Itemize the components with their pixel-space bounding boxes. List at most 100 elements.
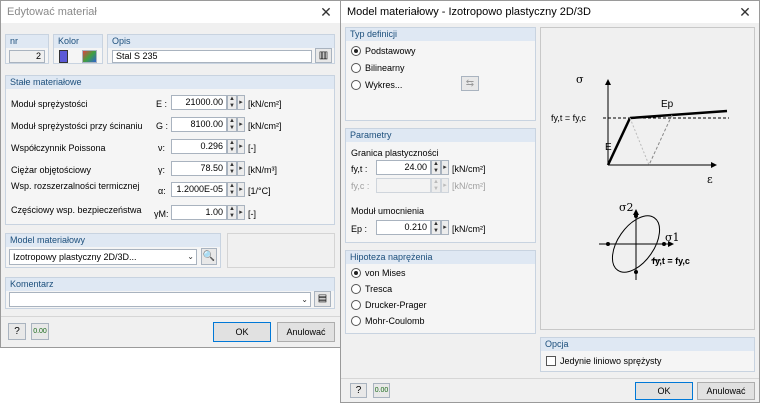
safety-factor-arrow[interactable]: ▸: [237, 205, 245, 220]
row-unit: [kN/cm²]: [248, 99, 282, 109]
radio-mohr-coulomb[interactable]: Mohr-Coulomb: [351, 316, 425, 326]
safety-factor-spinner[interactable]: ▲ ▼: [227, 205, 237, 220]
ep-arrow[interactable]: ▸: [441, 220, 449, 235]
fyt-arrow[interactable]: ▸: [441, 160, 449, 175]
thermal-arrow[interactable]: ▸: [237, 182, 245, 197]
definition-type-header: Typ definicji: [346, 28, 535, 41]
cancel-button[interactable]: Anulować: [697, 382, 755, 400]
help-icon[interactable]: ?: [8, 323, 26, 340]
radio-von-mises[interactable]: von Mises: [351, 268, 406, 278]
weight-input[interactable]: 78.50: [171, 161, 227, 176]
yield-point: [606, 242, 610, 246]
radio-basic[interactable]: Podstawowy: [351, 46, 416, 56]
unloading-line: [648, 114, 673, 166]
thermal-input[interactable]: 1.2000E-05: [171, 182, 227, 197]
epsilon-label: ε: [707, 173, 713, 186]
weight-arrow[interactable]: ▸: [237, 161, 245, 176]
e-modulus-arrow[interactable]: ▸: [237, 95, 245, 110]
row-label: Moduł sprężystości przy ścinaniu: [11, 121, 143, 131]
fyt-spinner[interactable]: ▲ ▼: [431, 160, 441, 175]
description-header: Opis: [108, 35, 334, 48]
fy-stress-space-label: fy,t = fy,c: [652, 256, 690, 266]
poisson-arrow[interactable]: ▸: [237, 139, 245, 154]
palette-icon[interactable]: [82, 50, 97, 63]
units-icon[interactable]: 0.00: [373, 383, 390, 398]
checkbox-box: [546, 356, 556, 366]
radio-drucker-prager[interactable]: Drucker-Prager: [351, 300, 427, 310]
poisson-input[interactable]: 0.296: [171, 139, 227, 154]
description-input[interactable]: Stal S 235: [112, 50, 312, 63]
material-constants-group: Stałe materiałowe Moduł sprężystości E :…: [5, 75, 335, 225]
reload-line: [629, 117, 650, 166]
radio-bilinear[interactable]: Bilinearny: [351, 63, 405, 73]
ok-button[interactable]: OK: [213, 322, 271, 342]
row-symbol: γM:: [154, 209, 169, 219]
radio-label: Wykres...: [365, 80, 403, 90]
radio-label: Podstawowy: [365, 46, 416, 56]
comment-group: Komentarz ⌄ ▤: [5, 277, 335, 309]
fyc-unit: [kN/cm²]: [452, 181, 486, 191]
material-model-value: Izotropowy plastyczny 2D/3D...: [13, 252, 137, 262]
g-modulus-arrow[interactable]: ▸: [237, 117, 245, 132]
units-icon[interactable]: 0.00: [31, 323, 49, 340]
edit-model-icon[interactable]: 🔍: [201, 248, 217, 265]
ep-input[interactable]: 0.210: [376, 220, 431, 235]
linear-elastic-checkbox[interactable]: Jedynie liniowo sprężysty: [546, 356, 662, 366]
radio-diagram[interactable]: Wykres...: [351, 80, 402, 90]
fyc-arrow: ▸: [441, 178, 449, 193]
ep-spinner[interactable]: ▲ ▼: [431, 220, 441, 235]
material-model-dialog: Model materiałowy - Izotropowo plastyczn…: [340, 0, 760, 403]
close-icon[interactable]: ✕: [318, 4, 334, 21]
stress-hypothesis-header: Hipoteza naprężenia: [346, 251, 535, 264]
safety-factor-input[interactable]: 1.00: [171, 205, 227, 220]
material-constants-header: Stałe materiałowe: [6, 76, 334, 89]
yield-point: [634, 214, 638, 218]
ep-diagram-label: Ep: [661, 99, 674, 110]
radio-dot: [351, 63, 361, 73]
sigma-label: σ: [576, 73, 584, 86]
ok-button[interactable]: OK: [635, 382, 693, 400]
color-swatch[interactable]: [59, 50, 68, 63]
row-label: Ciężar objętościowy: [11, 165, 92, 175]
e-modulus-spinner[interactable]: ▲ ▼: [227, 95, 237, 110]
fyc-input: [376, 178, 431, 193]
cancel-button[interactable]: Anulować: [277, 322, 335, 342]
e-diagram-label: E: [605, 142, 612, 153]
radio-dot: [351, 316, 361, 326]
help-icon[interactable]: ?: [350, 383, 367, 398]
edit-material-title: Edytować materiał: [7, 6, 97, 18]
radio-tresca[interactable]: Tresca: [351, 284, 392, 294]
g-modulus-spinner[interactable]: ▲ ▼: [227, 117, 237, 132]
hardening-label: Moduł umocnienia: [351, 206, 425, 216]
chevron-down-icon: ⌄: [301, 295, 308, 304]
e-modulus-input[interactable]: 21000.00: [171, 95, 227, 110]
library-icon[interactable]: ▥: [315, 48, 332, 63]
g-modulus-input[interactable]: 8100.00: [171, 117, 227, 132]
edit-material-titlebar: Edytować materiał ✕: [1, 1, 340, 23]
ep-label: Ep :: [351, 224, 368, 234]
fyc-spinner: ▲ ▼: [431, 178, 441, 193]
row-symbol: α:: [158, 186, 166, 196]
weight-spinner[interactable]: ▲ ▼: [227, 161, 237, 176]
close-icon[interactable]: ✕: [737, 4, 753, 21]
parameters-header: Parametry: [346, 129, 535, 142]
comment-library-icon[interactable]: ▤: [314, 291, 331, 307]
diagram-edit-icon[interactable]: ⇆: [461, 76, 479, 91]
stress-hypothesis-group: Hipoteza naprężenia von Mises Tresca Dru…: [345, 250, 536, 334]
material-model-select[interactable]: Izotropowy plastyczny 2D/3D... ⌄: [9, 249, 197, 265]
comment-input[interactable]: ⌄: [9, 292, 311, 307]
checkbox-label: Jedynie liniowo sprężysty: [560, 356, 662, 366]
material-model-group: Model materiałowy Izotropowy plastyczny …: [5, 233, 221, 268]
radio-dot: [351, 284, 361, 294]
hardening-line: [629, 109, 728, 120]
option-header: Opcja: [541, 338, 754, 351]
poisson-spinner[interactable]: ▲ ▼: [227, 139, 237, 154]
radio-label: Bilinearny: [365, 63, 405, 73]
nr-group: nr 2: [5, 34, 49, 64]
fyt-input[interactable]: 24.00: [376, 160, 431, 175]
thermal-spinner[interactable]: ▲ ▼: [227, 182, 237, 197]
radio-label: von Mises: [365, 268, 406, 278]
stress-strain-diagram: σ ε Ep E fy,t = fy,c σ1 σ2 fy,t = fy,c: [551, 73, 729, 280]
edit-material-dialog: Edytować materiał ✕ nr 2 Kolor Opis Stal…: [0, 0, 341, 348]
radio-label: Tresca: [365, 284, 393, 294]
